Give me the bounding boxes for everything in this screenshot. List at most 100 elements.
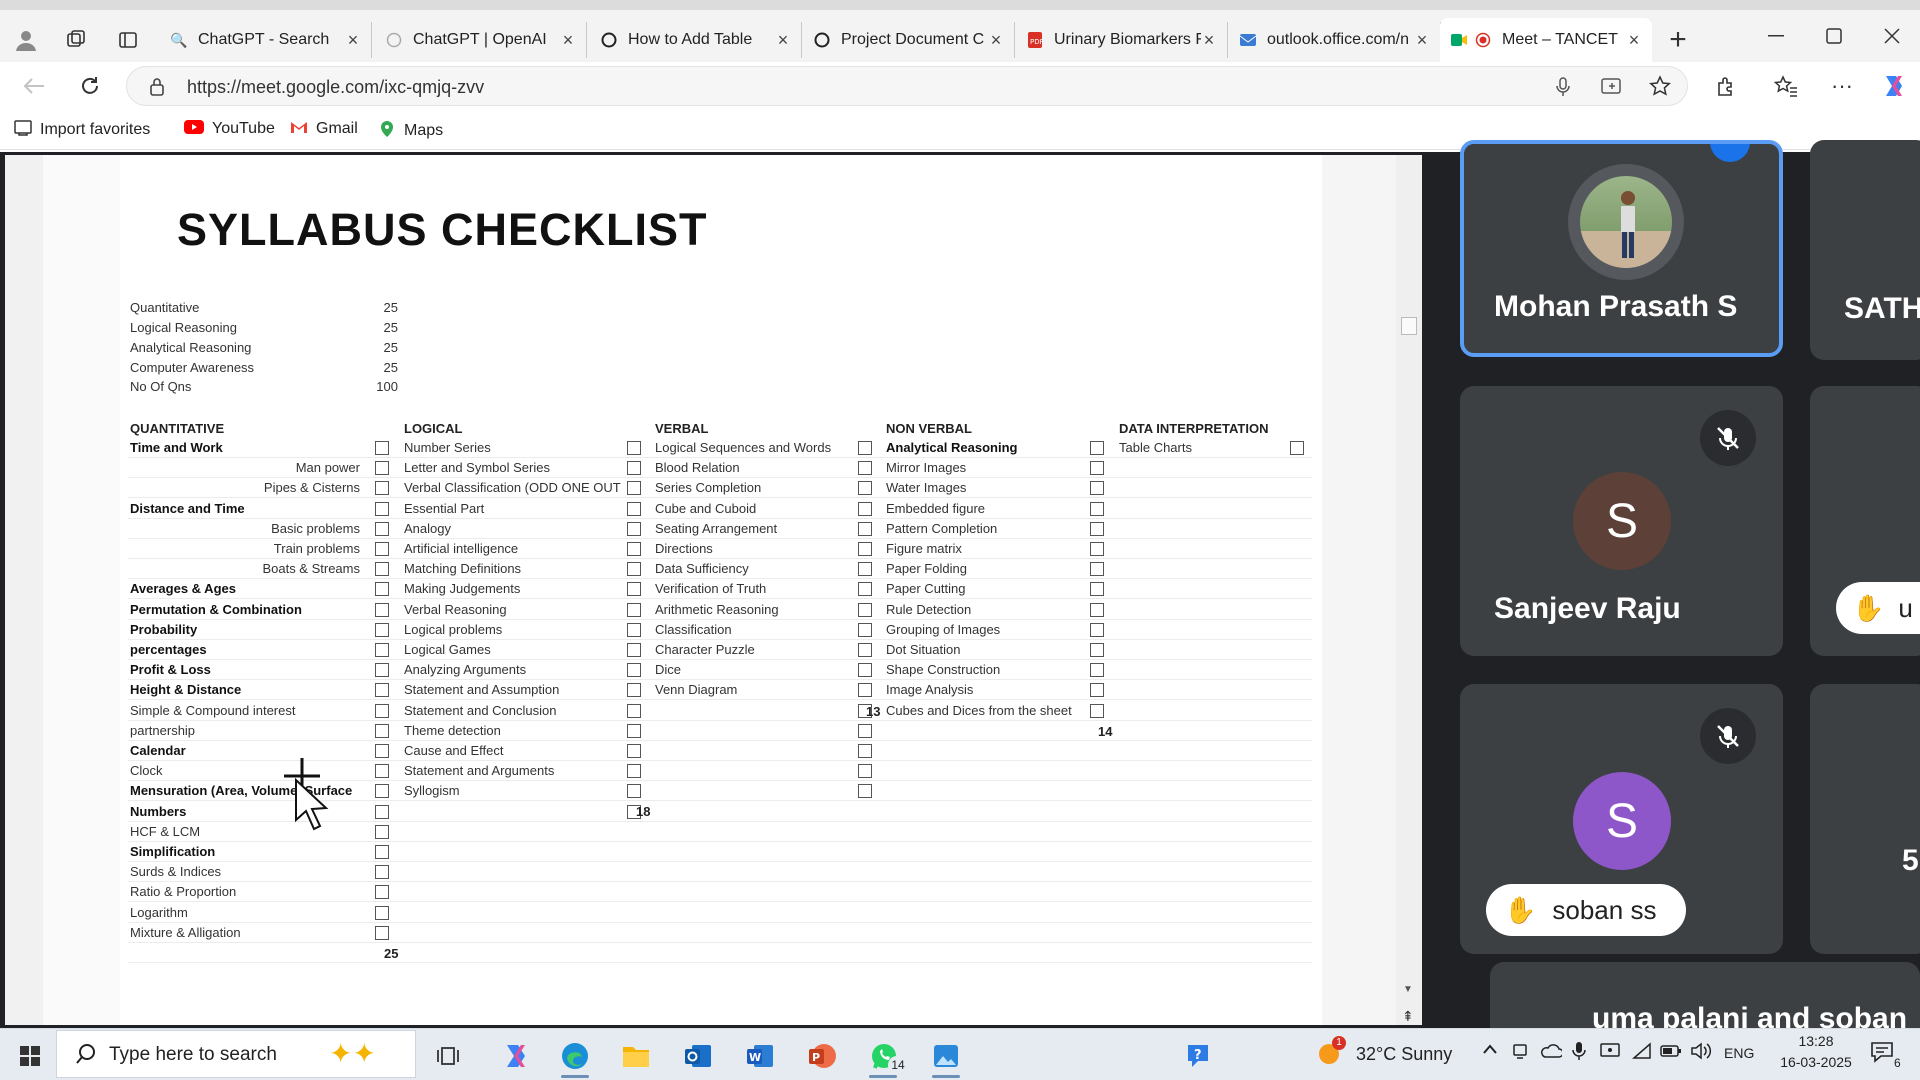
file-explorer-icon[interactable] [616, 1036, 656, 1076]
checkbox-quantitative[interactable] [375, 744, 389, 758]
bookmark-youtube[interactable]: YouTube [184, 120, 275, 138]
checkbox-nonverbal[interactable] [1090, 703, 1104, 718]
photos-icon[interactable] [926, 1036, 966, 1076]
checkbox-verbal[interactable] [858, 683, 872, 698]
lock-icon[interactable] [149, 77, 165, 102]
checkbox-nonverbal[interactable] [1090, 481, 1104, 496]
checkbox-logical[interactable] [627, 542, 641, 556]
checkbox-quantitative[interactable] [375, 683, 389, 698]
checkbox-verbal[interactable] [858, 441, 872, 455]
tab-meet[interactable]: Meet – TANCET × [1440, 18, 1652, 62]
word-icon[interactable]: W [740, 1036, 780, 1076]
checkbox-quantitative[interactable] [375, 521, 389, 536]
favorite-star-icon[interactable] [1649, 75, 1671, 102]
checkbox-logical[interactable] [627, 461, 641, 476]
volume-icon[interactable] [1690, 1042, 1712, 1065]
display-icon[interactable] [1600, 1042, 1620, 1065]
checkbox-logical[interactable] [627, 764, 641, 779]
checkbox-verbal[interactable] [858, 562, 872, 577]
minimize-icon[interactable] [1756, 18, 1796, 54]
checkbox-nonverbal[interactable] [1090, 562, 1104, 577]
checkbox-logical[interactable] [627, 622, 641, 637]
checkbox-quantitative[interactable] [375, 925, 389, 940]
close-tab-icon[interactable]: × [1414, 30, 1430, 51]
checkbox-logical[interactable] [627, 481, 641, 496]
workspaces-icon[interactable] [58, 22, 94, 58]
checkbox-logical[interactable] [627, 602, 641, 617]
checkbox-logical[interactable] [627, 723, 641, 738]
edge-icon[interactable] [555, 1036, 595, 1076]
checkbox-logical[interactable] [627, 703, 641, 718]
back-icon[interactable] [14, 68, 54, 104]
copilot-taskbar-icon[interactable] [494, 1036, 534, 1076]
checkbox-empty[interactable] [858, 764, 872, 779]
extensions-icon[interactable] [1706, 68, 1746, 104]
checkbox-quantitative[interactable] [375, 441, 389, 455]
checkbox-verbal[interactable] [858, 602, 872, 617]
checkbox-nonverbal[interactable] [1090, 501, 1104, 516]
checkbox-verbal[interactable] [858, 622, 872, 637]
task-view-icon[interactable] [428, 1036, 468, 1076]
checkbox-quantitative[interactable] [375, 824, 389, 839]
taskbar-search-box[interactable]: Type here to search ✦✦ [56, 1030, 416, 1078]
checkbox-quantitative[interactable] [375, 602, 389, 617]
outlook-icon[interactable] [678, 1036, 718, 1076]
checkbox-quantitative[interactable] [375, 905, 389, 920]
checkbox-logical[interactable] [627, 562, 641, 577]
checkbox-nonverbal[interactable] [1090, 461, 1104, 476]
checkbox-quantitative[interactable] [375, 764, 389, 779]
checkbox-quantitative[interactable] [375, 885, 389, 900]
checkbox-nonverbal[interactable] [1090, 602, 1104, 617]
tab-chatgpt-openai[interactable]: ChatGPT | OpenAI × [375, 22, 587, 58]
participant-tile-5[interactable]: 5 [1810, 684, 1920, 954]
meet-share-icon[interactable] [1512, 1042, 1530, 1065]
copilot-icon[interactable] [1874, 68, 1914, 104]
checkbox-nonverbal[interactable] [1090, 441, 1104, 455]
checkbox-nonverbal[interactable] [1090, 622, 1104, 637]
checkbox-quantitative[interactable] [375, 865, 389, 880]
chevron-up-icon[interactable] [1482, 1042, 1498, 1060]
participant-tile-sath[interactable]: SATH [1810, 140, 1920, 360]
checkbox-verbal[interactable] [858, 542, 872, 556]
battery-icon[interactable] [1660, 1043, 1682, 1064]
checkbox-quantitative[interactable] [375, 723, 389, 738]
scroll-up-icon[interactable]: ⇞ [1402, 1008, 1414, 1025]
tab-outlook[interactable]: outlook.office.com/n × [1229, 22, 1441, 58]
checkbox-quantitative[interactable] [375, 663, 389, 678]
checkbox-quantitative[interactable] [375, 643, 389, 657]
bookmark-maps[interactable]: Maps [378, 120, 443, 142]
checkbox-nonverbal[interactable] [1090, 683, 1104, 698]
checkbox-verbal[interactable] [858, 481, 872, 496]
checkbox-nonverbal[interactable] [1090, 582, 1104, 597]
onedrive-icon[interactable] [1540, 1043, 1564, 1064]
checkbox-logical[interactable] [627, 441, 641, 455]
bookmark-import-favorites[interactable]: Import favorites [14, 120, 150, 140]
refresh-icon[interactable] [70, 68, 110, 104]
tab-chatgpt-search[interactable]: 🔍 ChatGPT - Search × [160, 22, 372, 58]
tab-actions-icon[interactable] [110, 22, 146, 58]
new-tab-button[interactable]: + [1660, 22, 1696, 58]
weather-text[interactable]: 32°C Sunny [1356, 1044, 1452, 1065]
close-tab-icon[interactable]: × [1201, 30, 1217, 51]
tab-urinary-biomarkers[interactable]: PDF Urinary Biomarkers F × [1016, 22, 1228, 58]
checkbox-verbal[interactable] [858, 461, 872, 476]
checkbox-quantitative[interactable] [375, 542, 389, 556]
close-tab-icon[interactable]: × [345, 30, 361, 51]
checkbox-quantitative[interactable] [375, 501, 389, 516]
participant-tile-u[interactable]: ✋ u [1810, 386, 1920, 656]
close-tab-icon[interactable]: × [775, 30, 791, 51]
close-tab-icon[interactable]: × [560, 30, 576, 51]
windows-start-icon[interactable] [10, 1036, 50, 1076]
checkbox-empty[interactable] [858, 723, 872, 738]
checkbox-logical[interactable] [627, 521, 641, 536]
more-options-icon[interactable]: ··· [1822, 68, 1862, 104]
checkbox-quantitative[interactable] [375, 461, 389, 476]
bookmark-gmail[interactable]: Gmail [290, 120, 358, 138]
url-text[interactable]: https://meet.google.com/ixc-qmjq-zvv [187, 77, 484, 98]
checkbox-verbal[interactable] [858, 663, 872, 678]
checkbox-logical[interactable] [627, 582, 641, 597]
checkbox-empty[interactable] [858, 784, 872, 799]
close-tab-icon[interactable]: × [1626, 30, 1642, 51]
checkbox-nonverbal[interactable] [1090, 643, 1104, 657]
checkbox-quantitative[interactable] [375, 845, 389, 859]
